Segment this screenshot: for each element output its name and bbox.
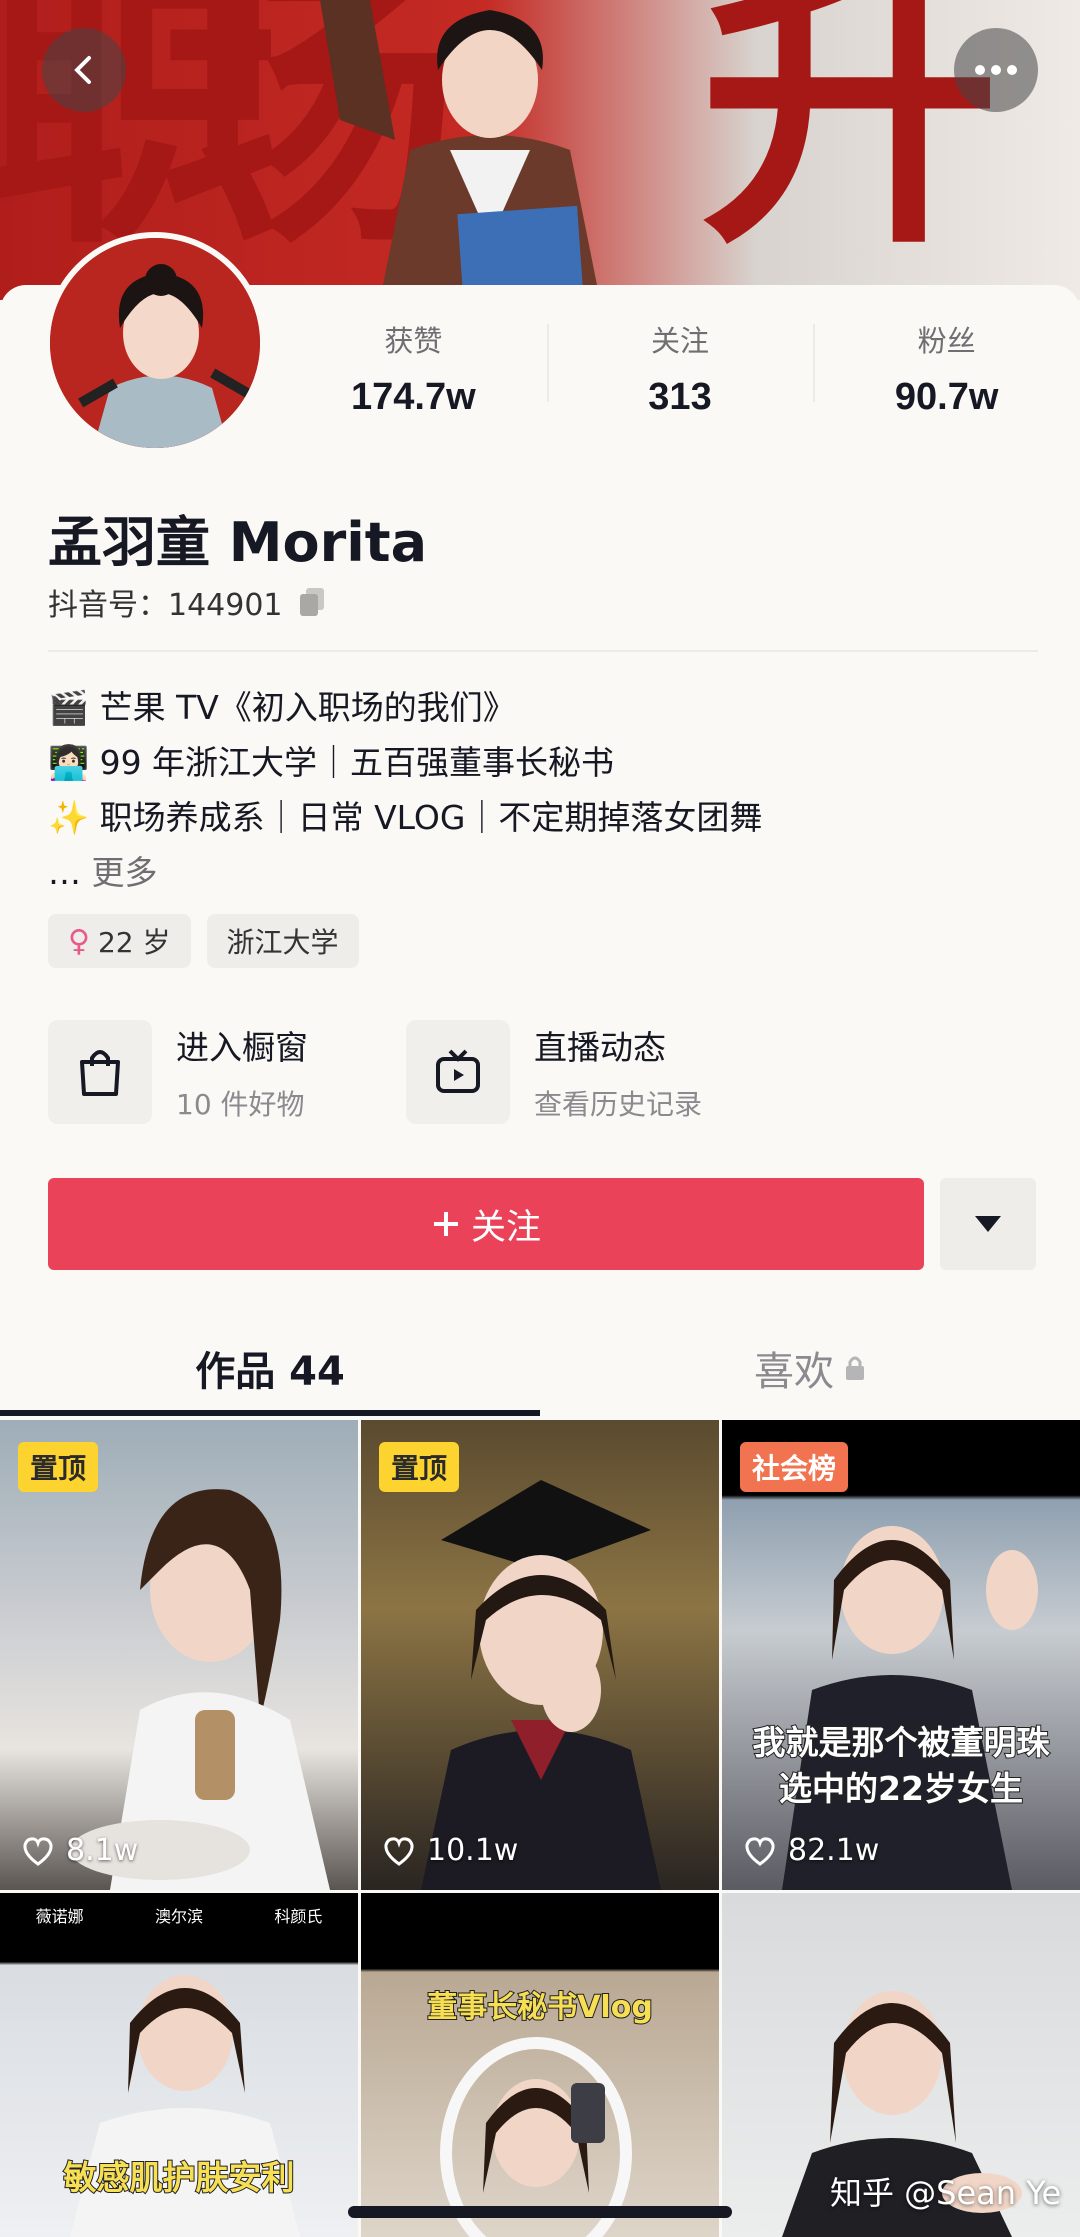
like-count: 10.1w — [383, 1833, 518, 1868]
stat-value: 174.7w — [351, 376, 476, 418]
stat-label: 粉丝 — [917, 324, 976, 358]
stat-followers[interactable]: 粉丝 90.7w — [813, 318, 1080, 428]
expand-recommendations-button[interactable] — [940, 1178, 1036, 1270]
school-tag[interactable]: 浙江大学 — [206, 914, 359, 968]
video-thumbnail[interactable]: 薇诺娜 澳尔滨 科颜氏 敏感肌护肤安利 — [0, 1893, 358, 2237]
video-thumbnail[interactable]: 董事长秘书Vlog — [361, 1893, 719, 2237]
age-label: 22 岁 — [97, 926, 171, 959]
heart-icon — [745, 1836, 775, 1866]
entry-subtitle: 10 件好物 — [176, 1088, 305, 1121]
video-thumbnail[interactable]: 置顶 8.1w — [0, 1420, 358, 1890]
chevron-left-icon — [74, 56, 91, 84]
avatar[interactable] — [44, 232, 266, 454]
video-cover-image — [440, 2037, 632, 2237]
entry-subtitle: 查看历史记录 — [534, 1088, 703, 1121]
trending-badge: 社会榜 — [740, 1442, 849, 1492]
lock-icon — [846, 1356, 864, 1380]
back-button[interactable] — [42, 28, 126, 112]
more-label: 更多 — [91, 853, 158, 892]
triangle-down-icon — [975, 1216, 1001, 1232]
bio-more-link[interactable]: … 更多 — [48, 845, 762, 900]
video-thumbnail[interactable]: 置顶 10.1w — [361, 1420, 719, 1890]
more-options-button[interactable] — [954, 28, 1038, 112]
divider — [48, 650, 1038, 652]
like-count-value: 82.1w — [788, 1833, 880, 1868]
stat-label: 获赞 — [384, 324, 443, 358]
follow-button[interactable]: 关注 — [48, 1178, 924, 1270]
stat-following[interactable]: 关注 313 — [546, 318, 814, 428]
bio-line: 🎬 芒果 TV《初入职场的我们》 — [48, 688, 516, 727]
like-count-value: 10.1w — [427, 1833, 519, 1868]
watermark: 知乎 @Sean Ye — [830, 2174, 1062, 2212]
douyin-id-row: 抖音号：144901 — [48, 580, 327, 624]
bio-line: ✨ 职场养成系｜日常 VLOG｜不定期掉落女团舞 — [48, 798, 763, 837]
heart-icon — [384, 1836, 414, 1866]
video-caption: 选中的22岁女生 — [778, 1768, 1024, 1809]
heart-icon — [23, 1836, 53, 1866]
school-label: 浙江大学 — [226, 926, 339, 959]
stat-label: 关注 — [651, 324, 710, 358]
video-caption: 敏感肌护肤安利 — [63, 2157, 296, 2198]
plus-icon — [433, 1212, 458, 1236]
profile-bio: 🎬 芒果 TV《初入职场的我们》 👩🏻‍💻 99 年浙江大学｜五百强董事长秘书 … — [48, 680, 762, 900]
shopping-bag-icon — [48, 1020, 152, 1124]
live-tv-icon — [406, 1020, 510, 1124]
like-count: 82.1w — [744, 1833, 879, 1868]
douyin-id: 抖音号：144901 — [48, 588, 283, 623]
tab-label: 喜欢 — [754, 1349, 834, 1395]
entry-title: 直播动态 — [534, 1028, 666, 1067]
pinned-badge: 置顶 — [18, 1442, 99, 1492]
profile-tabs: 作品 44 喜欢 — [0, 1320, 1080, 1416]
video-thumbnail[interactable]: 社会榜 我就是那个被董明珠 选中的22岁女生 82.1w — [722, 1420, 1080, 1890]
banner-person-image — [320, 0, 600, 300]
tab-label: 作品 44 — [195, 1349, 345, 1395]
ellipsis-icon — [975, 65, 1017, 75]
stat-value: 90.7w — [894, 376, 999, 418]
profile-entries: 进入橱窗 10 件好物 直播动态 查看历史记录 — [48, 1020, 764, 1124]
profile-stats: 获赞 174.7w 关注 313 粉丝 90.7w — [280, 318, 1080, 428]
female-icon: ♀ — [68, 923, 90, 959]
tab-works[interactable]: 作品 44 — [0, 1320, 540, 1416]
like-count: 8.1w — [22, 1833, 138, 1868]
stat-likes[interactable]: 获赞 174.7w — [280, 318, 547, 428]
age-tag: ♀ 22 岁 — [48, 914, 191, 968]
video-caption: 我就是那个被董明珠 — [752, 1722, 1051, 1763]
live-history-entry[interactable]: 直播动态 查看历史记录 — [406, 1020, 764, 1124]
copy-icon[interactable] — [297, 586, 327, 618]
entry-title: 进入橱窗 — [176, 1028, 308, 1067]
profile-name: 孟羽童 Morita — [48, 511, 428, 574]
video-grid: 置顶 8.1w 置顶 10.1w 社会榜 我就是那个被董明珠 选中的22岁女生 … — [0, 1420, 1080, 2237]
stat-value: 313 — [648, 376, 712, 418]
pinned-badge: 置顶 — [379, 1442, 460, 1492]
profile-tags: ♀ 22 岁 浙江大学 — [48, 914, 359, 968]
like-count-value: 8.1w — [66, 1833, 139, 1868]
bio-line: 👩🏻‍💻 99 年浙江大学｜五百强董事长秘书 — [48, 743, 615, 782]
banner-graphic: 升 — [700, 0, 1000, 284]
tab-likes[interactable]: 喜欢 — [540, 1320, 1080, 1416]
home-indicator[interactable] — [348, 2206, 732, 2218]
shop-window-entry[interactable]: 进入橱窗 10 件好物 — [48, 1020, 406, 1124]
follow-label: 关注 — [470, 1207, 541, 1248]
